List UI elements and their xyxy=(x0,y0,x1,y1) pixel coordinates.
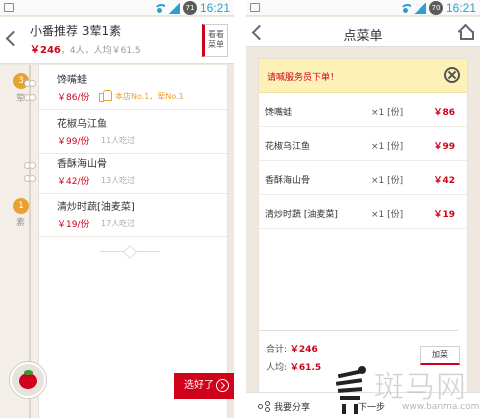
dish-name: 花椒乌江鱼 xyxy=(57,119,107,130)
average-label: 人均: xyxy=(266,363,288,373)
connector-icon xyxy=(24,162,36,169)
page-title: 小番推荐 3荤1素 xyxy=(30,24,122,38)
notice-text: 请喊服务员下单！ xyxy=(267,73,340,83)
tomato-leaf-icon xyxy=(24,370,33,375)
connector-icon xyxy=(24,80,36,87)
page-title: 点菜单 xyxy=(343,29,383,44)
dish-item[interactable]: 清炒时蔬[油麦菜] ￥19/份 17人吃过 xyxy=(39,193,227,237)
veg-count-badge: 1 xyxy=(13,198,29,214)
tomato-icon xyxy=(19,373,37,389)
share-button[interactable]: 我要分享 xyxy=(274,400,310,413)
next-step-button[interactable]: 下一步 xyxy=(358,400,385,413)
order-price: ￥42 xyxy=(433,176,455,186)
order-row: 花椒乌江鱼 ×1 [份] ￥99 xyxy=(259,127,467,161)
view-menu-button[interactable]: 看看 菜单 xyxy=(202,24,228,57)
summary-divider xyxy=(258,330,458,331)
dish-rank: 本店No.1，荤No.1 xyxy=(115,92,184,101)
dish-price: ￥86/份 xyxy=(57,93,90,103)
ornament-divider xyxy=(100,246,160,256)
order-total: 合计: ￥246 xyxy=(266,342,318,355)
view-menu-label-1: 看看 xyxy=(208,30,224,39)
order-list-screen: 70 16:21 点菜单 请喊服务员下单！ 馋嘴蛙 ×1 [份] ￥86 花椒乌… xyxy=(246,0,480,418)
header: 小番推荐 3荤1素 ￥246，4人，人均￥61.5 看看 菜单 xyxy=(0,17,234,64)
connector-icon xyxy=(24,94,36,101)
notification-icon xyxy=(250,3,260,12)
recommend-screen: 71 16:21 小番推荐 3荤1素 ￥246，4人，人均￥61.5 看看 菜单… xyxy=(0,0,234,418)
connector-icon xyxy=(24,175,36,182)
order-dish-name: 馋嘴蛙 xyxy=(265,108,293,118)
signal-icon xyxy=(167,2,180,14)
view-menu-label-2: 菜单 xyxy=(208,40,224,49)
close-icon[interactable] xyxy=(444,67,460,83)
status-bar: 70 16:21 xyxy=(246,0,480,16)
battery-icon: 70 xyxy=(428,1,443,15)
home-icon[interactable] xyxy=(458,25,474,40)
done-choosing-button[interactable]: 选好了 xyxy=(174,373,234,399)
total-price: ￥246 xyxy=(30,45,61,56)
order-quantity: ×1 [份] xyxy=(371,210,404,220)
order-quantity: ×1 [份] xyxy=(371,108,404,118)
dish-item[interactable]: 馋嘴蛙 ￥86/份 本店No.1，荤No.1 xyxy=(39,66,227,110)
people-and-average: ，4人，人均￥61.5 xyxy=(60,46,141,56)
order-quantity: ×1 [份] xyxy=(371,142,404,152)
veg-label: 素 xyxy=(16,218,26,228)
notification-icon xyxy=(4,3,14,12)
dish-eaten-count: 11人吃过 xyxy=(101,136,136,145)
thumbs-up-icon xyxy=(99,89,112,102)
order-price: ￥99 xyxy=(433,142,455,152)
signal-icon xyxy=(413,2,426,14)
total-value: ￥246 xyxy=(289,345,318,355)
wifi-icon xyxy=(399,3,411,13)
dish-item[interactable]: 香酥海山骨 ￥42/份 13人吃过 xyxy=(39,150,227,194)
order-row: 香酥海山骨 ×1 [份] ￥42 xyxy=(259,161,467,195)
status-time: 16:21 xyxy=(445,1,476,15)
header: 点菜单 xyxy=(246,17,480,47)
dish-price: ￥99/份 xyxy=(57,137,90,147)
order-price: ￥19 xyxy=(433,210,455,220)
dish-name: 香酥海山骨 xyxy=(57,159,107,170)
order-dish-name: 花椒乌江鱼 xyxy=(265,142,311,152)
back-arrow-icon[interactable] xyxy=(5,31,17,45)
status-time: 16:21 xyxy=(199,1,230,15)
dish-eaten-count: 17人吃过 xyxy=(101,219,136,228)
add-dish-button[interactable]: 加菜 xyxy=(420,346,460,365)
notice-banner: 请喊服务员下单！ xyxy=(259,59,467,93)
dish-name: 馋嘴蛙 xyxy=(57,75,87,86)
header-summary: ￥246，4人，人均￥61.5 xyxy=(30,41,141,56)
dish-price: ￥19/份 xyxy=(57,220,90,230)
dish-item[interactable]: 花椒乌江鱼 ￥99/份 11人吃过 xyxy=(39,110,227,154)
bottom-bar: 我要分享 下一步 xyxy=(246,392,480,418)
average-value: ￥61.5 xyxy=(289,363,322,373)
wifi-icon xyxy=(153,3,165,13)
total-label: 合计: xyxy=(266,345,288,355)
dish-eaten-count: 13人吃过 xyxy=(101,176,136,185)
order-quantity: ×1 [份] xyxy=(371,176,404,186)
dish-price: ￥42/份 xyxy=(57,177,90,187)
dish-name: 清炒时蔬[油麦菜] xyxy=(57,202,135,213)
status-bar: 71 16:21 xyxy=(0,0,234,16)
order-row: 清炒时蔬 [油麦菜] ×1 [份] ￥19 xyxy=(259,195,467,229)
order-dish-name: 清炒时蔬 [油麦菜] xyxy=(265,210,338,220)
order-price: ￥86 xyxy=(433,108,455,118)
battery-icon: 71 xyxy=(182,1,197,15)
order-dish-name: 香酥海山骨 xyxy=(265,176,311,186)
arrow-right-icon xyxy=(216,379,229,392)
order-average: 人均: ￥61.5 xyxy=(266,360,321,373)
order-row: 馋嘴蛙 ×1 [份] ￥86 xyxy=(259,93,467,127)
tomato-logo-button[interactable] xyxy=(10,362,46,398)
done-choosing-label: 选好了 xyxy=(184,380,214,391)
share-icon[interactable] xyxy=(258,401,270,411)
